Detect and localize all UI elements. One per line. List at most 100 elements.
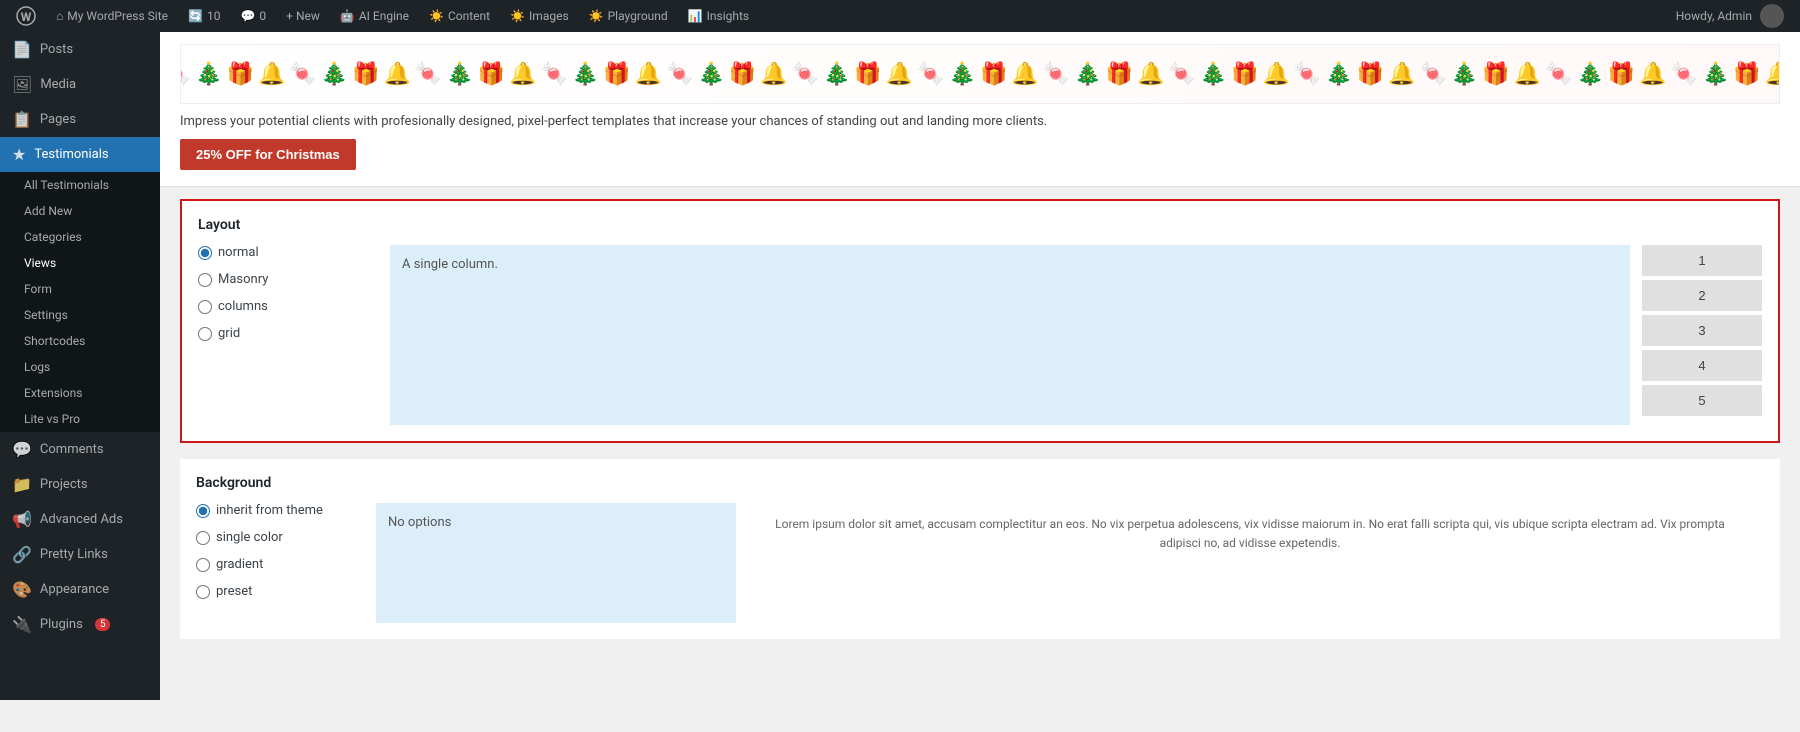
bg-option-inherit[interactable]: inherit from theme [196, 503, 376, 518]
sidebar-advanced-ads-label: Advanced Ads [40, 512, 123, 527]
updates-icon: 🔄 [188, 9, 203, 23]
christmas-btn[interactable]: 25% OFF for Christmas [180, 139, 356, 170]
layout-radio-normal[interactable] [198, 246, 212, 260]
sidebar-item-testimonials[interactable]: ★ Testimonials [0, 137, 160, 172]
sidebar-media-label: Media [40, 77, 76, 92]
home-icon: ⌂ [56, 9, 63, 23]
sidebar-item-views[interactable]: Views [12, 250, 160, 276]
site-name: My WordPress Site [67, 9, 168, 23]
appearance-icon: 🎨 [12, 580, 32, 599]
images-icon: ☀️ [510, 9, 525, 23]
column-btn-1[interactable]: 1 [1642, 245, 1762, 276]
bg-preview: No options [376, 503, 736, 623]
pages-icon: 📋 [12, 110, 32, 129]
sidebar-item-all-testimonials[interactable]: All Testimonials [12, 172, 160, 198]
layout-preview: A single column. [390, 245, 1630, 425]
bg-option-gradient[interactable]: gradient [196, 557, 376, 572]
christmas-decorations: 🎄🎁🔔🍬🎄🎁🔔🍬🎄🎁🔔🍬🎄🎁🔔🍬🎄🎁🔔🍬🎄🎁🔔🍬🎄🎁🔔🍬🎄🎁🔔🍬🎄🎁🔔🍬🎄🎁🔔🍬… [180, 62, 1780, 87]
sidebar: 📄 Posts 🖼 Media 📋 Pages ★ Testimonials A… [0, 32, 160, 700]
updates-link[interactable]: 🔄 10 [180, 0, 228, 32]
comments-sidebar-icon: 💬 [12, 440, 32, 459]
sidebar-item-add-new[interactable]: Add New [12, 198, 160, 224]
sidebar-comments-label: Comments [40, 442, 104, 457]
sidebar-pretty-links-label: Pretty Links [40, 547, 108, 562]
sidebar-item-settings[interactable]: Settings [12, 302, 160, 328]
bg-radio-preset[interactable] [196, 585, 210, 599]
images-link[interactable]: ☀️ Images [502, 0, 577, 32]
layout-option-normal[interactable]: normal [198, 245, 378, 260]
bg-option-single[interactable]: single color [196, 530, 376, 545]
plugins-icon: 🔌 [12, 615, 32, 634]
bg-option-preset[interactable]: preset [196, 584, 376, 599]
testimonials-icon: ★ [12, 145, 26, 164]
layout-radio-grid[interactable] [198, 327, 212, 341]
pretty-links-icon: 🔗 [12, 545, 32, 564]
sidebar-item-pages[interactable]: 📋 Pages [0, 102, 160, 137]
bg-radio-inherit[interactable] [196, 504, 210, 518]
sidebar-item-appearance[interactable]: 🎨 Appearance [0, 572, 160, 607]
layout-section-title: Layout [198, 217, 1762, 233]
howdy-link[interactable]: Howdy, Admin [1668, 0, 1792, 32]
sidebar-item-comments[interactable]: 💬 Comments [0, 432, 160, 467]
sidebar-item-categories[interactable]: Categories [12, 224, 160, 250]
add-new-label: Add New [24, 204, 72, 218]
content-link[interactable]: ☀️ Content [421, 0, 498, 32]
plugins-badge: 5 [95, 618, 111, 631]
updates-count: 10 [207, 9, 221, 23]
wp-logo-link[interactable]: W [8, 0, 44, 32]
sidebar-item-lite-vs-pro[interactable]: Lite vs Pro [12, 406, 160, 432]
background-section-title: Background [196, 475, 1764, 491]
new-content-link[interactable]: + New [278, 0, 328, 32]
layout-columns-label: columns [218, 299, 268, 314]
layout-option-grid[interactable]: grid [198, 326, 378, 341]
logs-label: Logs [24, 360, 50, 374]
layout-grid-label: grid [218, 326, 240, 341]
site-name-link[interactable]: ⌂ My WordPress Site [48, 0, 176, 32]
layout-option-columns[interactable]: columns [198, 299, 378, 314]
sidebar-posts-label: Posts [40, 42, 73, 57]
column-btn-4[interactable]: 4 [1642, 350, 1762, 381]
layout-radio-masonry[interactable] [198, 273, 212, 287]
layout-option-masonry[interactable]: Masonry [198, 272, 378, 287]
admin-bar-right: Howdy, Admin [1668, 0, 1792, 32]
categories-label: Categories [24, 230, 82, 244]
column-btn-2[interactable]: 2 [1642, 280, 1762, 311]
sidebar-plugins-label: Plugins [40, 617, 83, 632]
settings-wrap: Layout normal Masonry column [160, 187, 1800, 651]
banner-text: Impress your potential clients with prof… [180, 114, 1780, 129]
column-btn-5[interactable]: 5 [1642, 385, 1762, 416]
sidebar-item-form[interactable]: Form [12, 276, 160, 302]
sidebar-item-pretty-links[interactable]: 🔗 Pretty Links [0, 537, 160, 572]
posts-icon: 📄 [12, 40, 32, 59]
sidebar-item-advanced-ads[interactable]: 📢 Advanced Ads [0, 502, 160, 537]
sidebar-item-extensions[interactable]: Extensions [12, 380, 160, 406]
playground-link[interactable]: ☀️ Playground [581, 0, 676, 32]
sidebar-item-shortcodes[interactable]: Shortcodes [12, 328, 160, 354]
form-label: Form [24, 282, 52, 296]
comments-link[interactable]: 💬 0 [232, 0, 274, 32]
bg-preset-label: preset [216, 584, 252, 599]
bg-options: inherit from theme single color gradient [196, 503, 376, 623]
lite-vs-pro-label: Lite vs Pro [24, 412, 80, 426]
comments-icon: 💬 [240, 9, 255, 23]
page-wrapper: 📄 Posts 🖼 Media 📋 Pages ★ Testimonials A… [0, 32, 1800, 700]
layout-section: Layout normal Masonry column [180, 199, 1780, 443]
ai-engine-link[interactable]: 🤖 AI Engine [332, 0, 417, 32]
layout-radio-columns[interactable] [198, 300, 212, 314]
media-icon: 🖼 [12, 75, 32, 94]
sidebar-item-projects[interactable]: 📁 Projects [0, 467, 160, 502]
playground-icon: ☀️ [589, 9, 604, 23]
comments-count: 0 [259, 9, 266, 23]
svg-text:W: W [21, 10, 32, 24]
sidebar-item-logs[interactable]: Logs [12, 354, 160, 380]
sidebar-item-plugins[interactable]: 🔌 Plugins 5 [0, 607, 160, 642]
column-btn-3[interactable]: 3 [1642, 315, 1762, 346]
bg-radio-single[interactable] [196, 531, 210, 545]
avatar-icon [1760, 4, 1784, 28]
insights-link[interactable]: 📊 Insights [680, 0, 757, 32]
sidebar-item-posts[interactable]: 📄 Posts [0, 32, 160, 67]
bg-radio-gradient[interactable] [196, 558, 210, 572]
banner-area: 🎄🎁🔔🍬🎄🎁🔔🍬🎄🎁🔔🍬🎄🎁🔔🍬🎄🎁🔔🍬🎄🎁🔔🍬🎄🎁🔔🍬🎄🎁🔔🍬🎄🎁🔔🍬🎄🎁🔔🍬… [160, 32, 1800, 187]
bg-gradient-label: gradient [216, 557, 263, 572]
sidebar-item-media[interactable]: 🖼 Media [0, 67, 160, 102]
